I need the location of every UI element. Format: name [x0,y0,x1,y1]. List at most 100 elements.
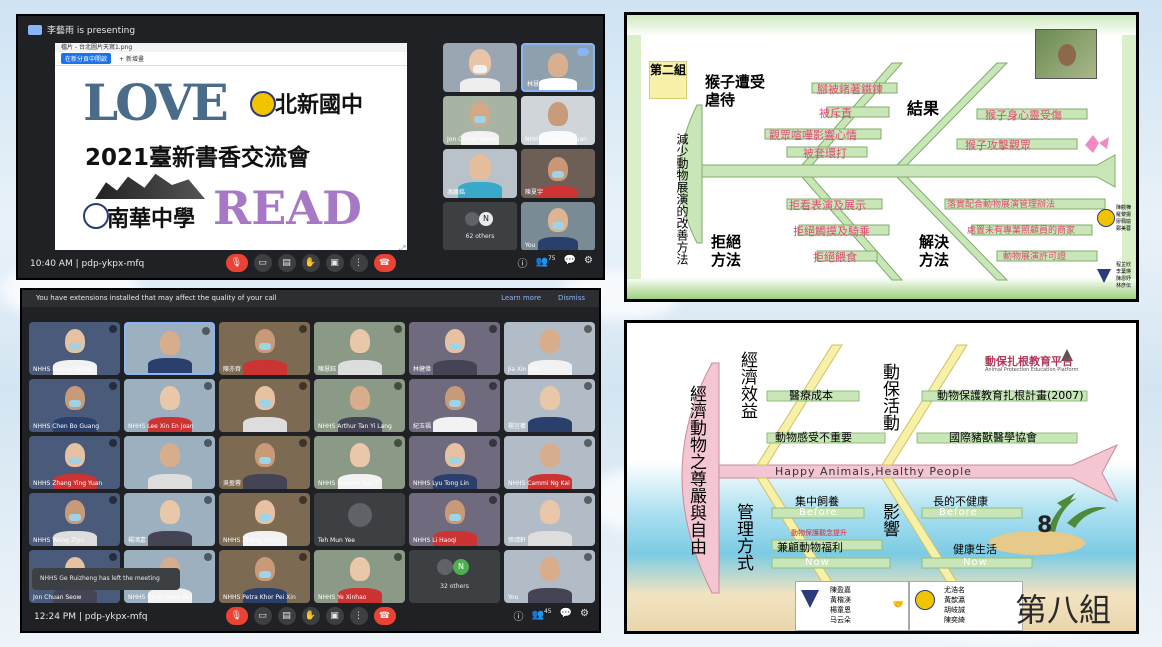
participant-tile[interactable]: Teh Mun Yee [314,493,405,546]
participant-tile[interactable]: NHHS Zhang Yuxuan [521,96,595,145]
participant-tile[interactable]: Jia Xin Koh [504,322,595,375]
mic-muted-icon [489,439,497,447]
cause-item: 動物感受不重要 [775,431,852,444]
info-icon[interactable]: ⓘ [517,255,527,270]
category-label: 猴子遭受虐待 [705,73,766,109]
others-tile[interactable]: N 32 others [409,550,500,603]
activities-icon[interactable]: ⚙ [584,255,593,270]
self-tile[interactable]: You [521,202,595,251]
end-call-button[interactable]: ☎ [373,254,396,272]
warning-text: You have extensions installed that may a… [36,294,277,302]
people-icon[interactable]: 👥75 [535,255,555,270]
cause-item: 拒絕觸摸及騎乘 [793,225,870,238]
number-decoration: 8 [1037,513,1053,538]
open-new-tab-button[interactable]: 在新分頁中開啟 [61,53,112,64]
participant-tile[interactable]: 吳盈蓉 [219,436,310,489]
cause-item: 動物保護觀念提升 [791,529,847,537]
now-label: Now [963,557,988,568]
participant-tile[interactable]: 楊宜蓁 [504,379,595,432]
participant-tile[interactable] [124,322,215,375]
more-options-button[interactable]: ⋮ [349,607,368,625]
monkey-icon [1058,44,1076,66]
others-tile[interactable]: N 62 others [443,202,517,251]
category-label: 經濟效益 [737,351,757,419]
participant-tile[interactable]: NHHS Li Haoqi [409,493,500,546]
participant-name: 紀玉福 [413,423,432,430]
spine-label: 減少動物展演的改善方法 [675,133,689,265]
participant-tile[interactable]: NHHS Lee Xin En Joan [124,379,215,432]
people-icon[interactable]: 👥45 [531,608,551,623]
mic-muted-icon [299,439,307,447]
participant-tile[interactable]: 馮繼銘 [443,149,517,198]
participant-tile[interactable]: 紀玉福 [409,379,500,432]
info-icon[interactable]: ⓘ [513,608,523,623]
participant-tile[interactable]: NHHS Petra Khor Pei Xin [219,550,310,603]
participant-name: NHHS Cammi Ng Kai [508,480,570,487]
participant-tile[interactable]: NHHS Huang Misoqi [29,322,120,375]
camera-button[interactable]: ▭ [253,254,272,272]
participant-name: 陳慧鈺 [318,366,337,373]
captions-button[interactable]: ▤ [277,254,296,272]
monkey-photo [1035,29,1097,79]
learn-more-link[interactable]: Learn more [501,294,541,302]
presenting-indicator: 李藝雨 is presenting [28,23,135,36]
participant-tile[interactable]: 林健偉 [409,322,500,375]
avatar: N [453,559,469,575]
mic-muted-icon [109,325,117,333]
others-count: 62 others [465,233,495,240]
mic-off-button[interactable]: 🎙 [225,254,248,272]
participant-tile[interactable]: NHHS Isabelle Koh Y [314,436,405,489]
participant-tile[interactable]: NHHS Zhang Ying Yuan [29,436,120,489]
participant-tile[interactable]: 張靖軒 [504,493,595,546]
participant-tile[interactable]: NHHS Wang Ziyu [29,493,120,546]
participant-tile[interactable] [219,379,310,432]
add-button[interactable]: + 新增畫 [119,54,144,63]
present-button[interactable]: ▣ [325,607,344,625]
participant-tile[interactable]: NHHS Arthur Tan Yi Lang [314,379,405,432]
more-options-icon[interactable] [577,48,589,56]
participant-tile[interactable]: 陳慧鈺 [314,322,405,375]
spine-text: Happy Animals,Healthy People [775,465,972,478]
participant-tile[interactable]: 林慧錦 [521,43,595,92]
cause-item: 猴子攻擊觀眾 [965,139,1031,152]
camera-button[interactable]: ▭ [253,607,272,625]
cause-item: 觀眾喧嘩影響心情 [769,129,857,142]
meet-control-bar: 12:24 PM | pdp-ykpx-mfq 🎙 ▭ ▤ ✋ ▣ ⋮ ☎ ⓘ … [22,603,599,631]
dismiss-button[interactable]: Dismiss [558,294,585,302]
participant-tile[interactable]: NHHS Lyu Tong Lin [409,436,500,489]
participant-name: NHHS Lyu Tong Lin [413,480,469,487]
participant-tile[interactable]: 陳亦齊 [219,322,310,375]
participant-tile[interactable]: NHHS Zhang Yuxin [219,493,310,546]
participant-name: You [508,594,519,601]
now-label: Now [805,557,830,568]
mic-muted-icon [299,382,307,390]
rib-top-left [756,344,843,466]
participant-tile[interactable]: Jon Chuan Seow [443,96,517,145]
share-read-text: READ [213,181,362,235]
raise-hand-button[interactable]: ✋ [301,607,320,625]
participant-tile[interactable]: NHHS Cammi Ng Kai [504,436,595,489]
chat-icon[interactable]: 💬 [564,255,576,270]
participant-tile[interactable]: NHHS Ye Xinhao [314,550,405,603]
chat-icon[interactable]: 💬 [560,608,572,623]
end-call-button[interactable]: ☎ [373,607,396,625]
participant-tile[interactable]: NHHS Chen Bo Guang [29,379,120,432]
shared-screen: 檔片 - 台北圖片天寫1.png 在新分頁中開啟 + 新增畫 LOVE 北新國中… [55,43,407,253]
participant-tile[interactable]: 楊鴻嘉 [124,493,215,546]
activities-icon[interactable]: ⚙ [580,608,589,623]
present-button[interactable]: ▣ [325,254,344,272]
more-options-button[interactable]: ⋮ [349,254,368,272]
participant-tile[interactable]: 陳夏宇 [521,149,595,198]
group-members: 程芷欣 李葉瑛 陳恩妤 林彦伝 [1116,262,1132,289]
participant-name: NHHS Wang Ziyu [33,537,85,544]
self-tile[interactable]: You [504,550,595,603]
captions-button[interactable]: ▤ [277,607,296,625]
participant-tile[interactable] [443,43,517,92]
before-label: Before [939,507,978,518]
group-members: 尤浩名 黃歆瀛 胡岐誠 陳奕綺 [944,586,965,624]
participant-tile[interactable] [124,436,215,489]
mic-off-button[interactable]: 🎙 [225,607,248,625]
raise-hand-button[interactable]: ✋ [301,254,320,272]
mic-muted-icon [299,325,307,333]
mic-muted-icon [584,439,592,447]
